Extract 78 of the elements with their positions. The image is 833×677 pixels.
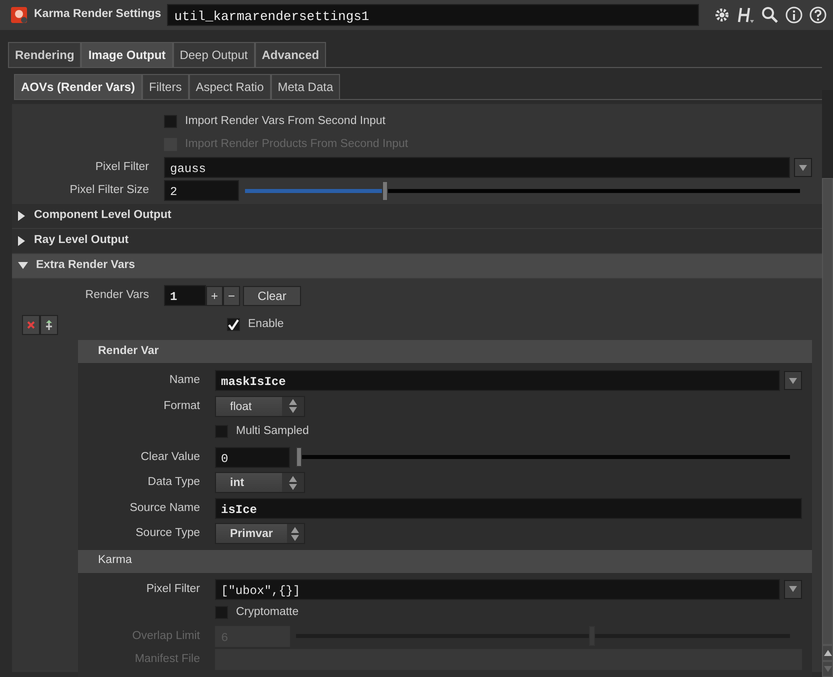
group-title: Render Var (98, 344, 159, 359)
checkbox[interactable] (227, 318, 240, 331)
section-title: Extra Render Vars (36, 258, 136, 274)
gear-icon[interactable] (713, 6, 731, 24)
scrollbar-thumb[interactable] (822, 178, 833, 645)
down-arrow-icon (824, 666, 832, 672)
slider[interactable] (245, 180, 800, 200)
node-type-label: Karma Render Settings (34, 7, 162, 22)
dropdown-button[interactable] (794, 158, 812, 177)
caret-icon (799, 164, 807, 170)
field-label: Pixel Filter (146, 582, 200, 595)
menu-input-field[interactable]: gauss (164, 157, 790, 178)
tab[interactable]: Meta Data (270, 74, 340, 99)
field-label: Format (164, 400, 200, 412)
tab[interactable]: Deep Output (172, 42, 255, 67)
field-label: Source Type (136, 527, 200, 540)
insert-icon (45, 320, 53, 330)
up-down-arrows-icon (289, 399, 297, 414)
help-icon[interactable] (809, 6, 827, 24)
close-icon (27, 321, 35, 330)
dropdown-button[interactable] (784, 580, 802, 599)
collapse-arrow-icon (18, 262, 28, 270)
tab[interactable]: Advanced (254, 42, 326, 67)
tab[interactable]: Rendering (8, 42, 82, 67)
input-field[interactable]: 2 (164, 180, 239, 201)
group-title: Karma (98, 553, 132, 568)
checkbox-label: Import Render Vars From Second Input (185, 114, 386, 129)
tab[interactable]: Aspect Ratio (188, 74, 271, 99)
node-icon (10, 6, 28, 24)
input-field[interactable]: 0 (215, 446, 290, 468)
add-button[interactable]: + (206, 286, 223, 306)
expand-arrow-icon (18, 236, 26, 246)
up-down-arrows-icon (291, 526, 300, 541)
section-title: Component Level Output (34, 208, 172, 224)
field-label: Render Vars (85, 288, 149, 301)
field-label: Pixel Filter Size (70, 184, 149, 196)
field-label: Manifest File (134, 653, 200, 666)
menu-input-field[interactable]: maskIsIce (215, 370, 780, 392)
tab[interactable]: AOVs (Render Vars) (14, 74, 142, 99)
h-icon[interactable] (737, 6, 755, 24)
field-label: Clear Value (140, 450, 200, 463)
checkbox-label: Enable (248, 316, 284, 332)
tab[interactable]: Filters (142, 74, 189, 99)
field-label: Source Name (130, 502, 200, 514)
scroll-up-button[interactable] (822, 645, 833, 661)
checkbox-label: Multi Sampled (236, 424, 309, 440)
check-icon (228, 319, 239, 330)
dropdown-select[interactable]: Primvar (215, 523, 305, 544)
menu-input-field[interactable]: ["ubox",{}] (215, 578, 780, 600)
node-name-field[interactable]: util_karmarendersettings1 (167, 4, 699, 26)
checkbox-label: Cryptomatte (236, 605, 299, 620)
field-label: Overlap Limit (132, 630, 200, 642)
count-field[interactable]: 1 (164, 285, 206, 306)
field-label: Data Type (148, 476, 200, 488)
dropdown-select[interactable]: float (215, 396, 305, 417)
dropdown-button[interactable] (784, 371, 802, 390)
insert-button[interactable] (40, 314, 58, 334)
dropdown-select[interactable]: int (215, 472, 305, 494)
info-icon[interactable] (785, 6, 803, 24)
field-label: Pixel Filter (95, 160, 149, 173)
expand-arrow-icon (18, 211, 26, 221)
up-arrow-icon (824, 650, 832, 656)
tab[interactable]: Image Output (81, 42, 173, 67)
remove-button[interactable]: − (223, 286, 240, 306)
clear-button[interactable]: Clear (243, 286, 301, 306)
section-header[interactable]: Component Level Output (12, 204, 822, 229)
caret-icon (789, 586, 797, 592)
input-field[interactable]: isIce (215, 498, 802, 519)
slider[interactable] (296, 447, 790, 468)
section-header[interactable]: Extra Render Vars (12, 254, 822, 279)
search-icon[interactable] (761, 6, 779, 24)
section-header[interactable]: Ray Level Output (12, 229, 822, 254)
field-label: Name (169, 374, 200, 386)
up-down-arrows-icon (289, 476, 297, 490)
delete-button[interactable] (22, 314, 40, 334)
checkbox[interactable] (164, 115, 177, 128)
caret-icon (789, 378, 797, 384)
section-title: Ray Level Output (34, 233, 129, 248)
